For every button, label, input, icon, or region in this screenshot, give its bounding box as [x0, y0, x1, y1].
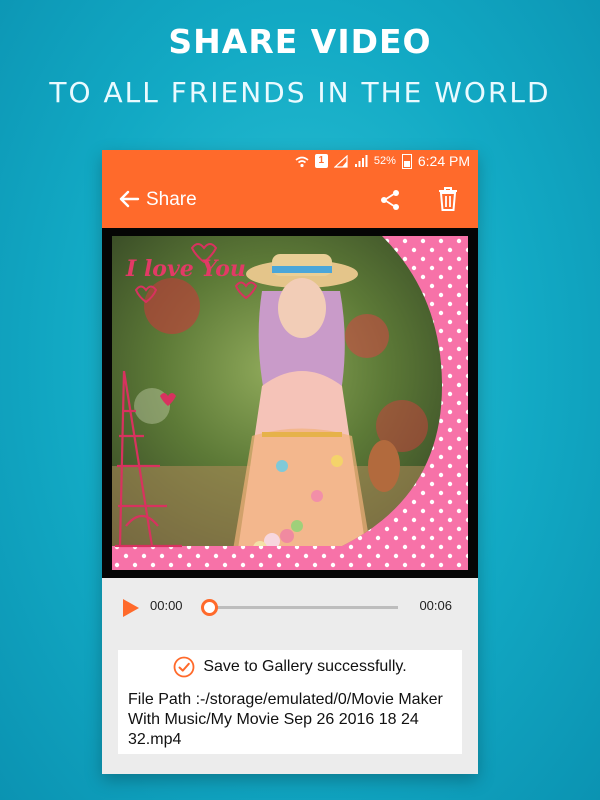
share-icon[interactable]: [378, 188, 402, 212]
status-time: 6:24 PM: [417, 153, 470, 169]
video-player-controls: 00:00 00:06: [102, 578, 478, 636]
video-thumbnail: I love You: [112, 236, 468, 570]
video-overlay-text: I love You: [125, 256, 246, 282]
signal-icon: [333, 154, 348, 168]
arrow-left-icon[interactable]: [118, 188, 140, 210]
promo-subheadline: TO ALL FRIENDS IN THE WORLD: [49, 76, 551, 109]
phone-screen: 1 52% 6:24 PM Share I love You 00:00 00:…: [102, 150, 478, 774]
signal-bars-icon: [354, 154, 368, 167]
seek-knob[interactable]: [201, 599, 218, 616]
promo-headline: SHARE VIDEO: [168, 22, 432, 61]
save-result-card: Save to Gallery successfully. File Path …: [118, 650, 462, 754]
wifi-icon: [295, 156, 309, 167]
total-time: 00:06: [419, 598, 452, 613]
success-row: Save to Gallery successfully.: [118, 654, 462, 680]
sim-slot-badge: 1: [314, 154, 328, 168]
current-time: 00:00: [150, 598, 183, 613]
seek-bar[interactable]: [206, 606, 398, 609]
play-icon[interactable]: [120, 598, 140, 618]
video-preview[interactable]: I love You: [102, 228, 478, 578]
app-bar: Share: [102, 172, 478, 228]
status-bar: 1 52% 6:24 PM: [102, 150, 478, 172]
battery-percent: 52%: [373, 155, 396, 167]
battery-icon: [401, 153, 412, 169]
file-path-text: File Path :-/storage/emulated/0/Movie Ma…: [128, 691, 443, 748]
trash-icon[interactable]: [436, 186, 460, 212]
page-title: Share: [146, 189, 197, 210]
check-circle-icon: [173, 656, 195, 678]
success-message: Save to Gallery successfully.: [203, 658, 407, 675]
